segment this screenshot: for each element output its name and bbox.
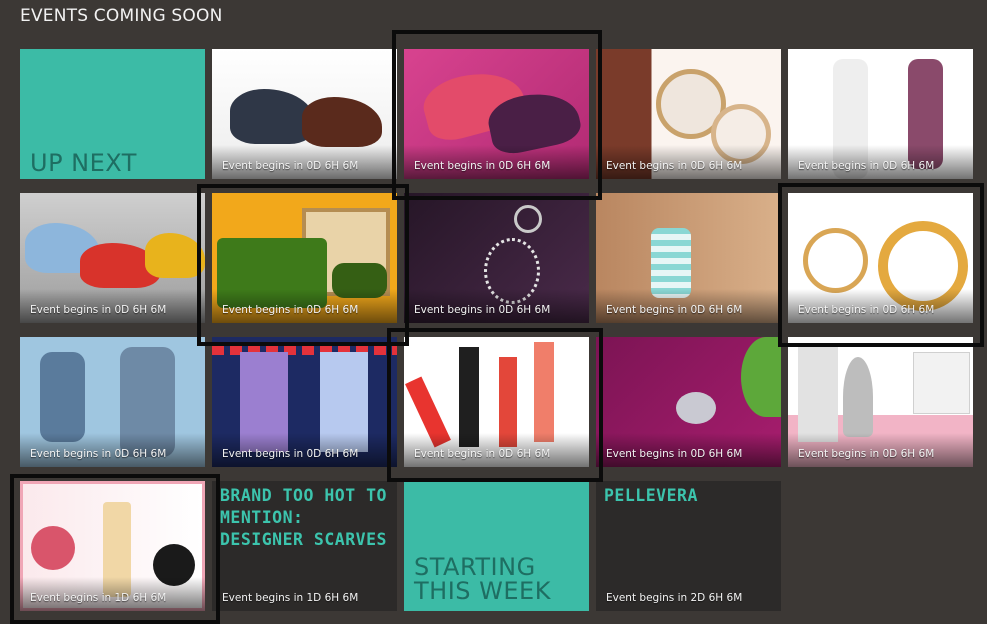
event-tile-pendant[interactable]: Event begins in 0D 6H 6M xyxy=(596,337,781,467)
countdown-text: Event begins in 0D 6H 6M xyxy=(30,304,167,316)
starting-this-week-tile[interactable]: STARTING THIS WEEK xyxy=(404,481,589,611)
event-tile-bags[interactable]: Event begins in 0D 6H 6M xyxy=(212,193,397,323)
event-tile-jewelry-set[interactable]: Event begins in 0D 6H 6M xyxy=(404,193,589,323)
event-tile-womens-apparel[interactable]: Event begins in 0D 6H 6M xyxy=(788,49,973,179)
event-tile-ties[interactable]: Event begins in 0D 6H 6M xyxy=(212,337,397,467)
countdown-text: Event begins in 0D 6H 6M xyxy=(606,304,743,316)
event-tile-cosmetics[interactable]: Event begins in 1D 6H 6M xyxy=(20,481,205,611)
event-tile-shoes[interactable]: Event begins in 0D 6H 6M xyxy=(212,49,397,179)
starting-this-week-label: STARTING THIS WEEK xyxy=(414,553,551,605)
event-title: PELLEVERA xyxy=(604,486,698,505)
event-tile-watches[interactable]: Event begins in 0D 6H 6M xyxy=(596,49,781,179)
countdown-text: Event begins in 0D 6H 6M xyxy=(798,160,935,172)
countdown-text: Event begins in 0D 6H 6M xyxy=(414,304,551,316)
countdown-text: Event begins in 0D 6H 6M xyxy=(414,448,551,460)
event-tile-rings[interactable]: Event begins in 0D 6H 6M xyxy=(788,193,973,323)
up-next-tile[interactable]: UP NEXT xyxy=(20,49,205,179)
event-tile-lancome[interactable]: Event begins in 0D 6H 6M xyxy=(788,337,973,467)
event-tile-brand-scarves[interactable]: BRAND TOO HOT TO MENTION: DESIGNER SCARV… xyxy=(212,481,397,611)
event-tile-dresses[interactable]: Event begins in 0D 6H 6M xyxy=(596,193,781,323)
countdown-text: Event begins in 0D 6H 6M xyxy=(222,304,359,316)
event-tile-heels[interactable]: Event begins in 0D 6H 6M xyxy=(404,49,589,179)
countdown-text: Event begins in 1D 6H 6M xyxy=(222,592,359,604)
countdown-text: Event begins in 0D 6H 6M xyxy=(606,160,743,172)
event-tile-menswear[interactable]: Event begins in 0D 6H 6M xyxy=(20,337,205,467)
countdown-text: Event begins in 2D 6H 6M xyxy=(606,592,743,604)
countdown-text: Event begins in 0D 6H 6M xyxy=(222,160,359,172)
event-title: BRAND TOO HOT TO MENTION: DESIGNER SCARV… xyxy=(220,486,387,549)
event-tile-sneakers[interactable]: Event begins in 0D 6H 6M xyxy=(20,193,205,323)
section-title: EVENTS COMING SOON xyxy=(20,6,223,26)
countdown-text: Event begins in 0D 6H 6M xyxy=(30,448,167,460)
countdown-text: Event begins in 0D 6H 6M xyxy=(798,304,935,316)
countdown-text: Event begins in 0D 6H 6M xyxy=(798,448,935,460)
countdown-text: Event begins in 0D 6H 6M xyxy=(414,160,551,172)
countdown-text: Event begins in 1D 6H 6M xyxy=(30,592,167,604)
countdown-text: Event begins in 0D 6H 6M xyxy=(606,448,743,460)
event-tile-lipsticks[interactable]: Event begins in 0D 6H 6M xyxy=(404,337,589,467)
event-tile-pellevera[interactable]: PELLEVERA Event begins in 2D 6H 6M xyxy=(596,481,781,611)
up-next-label: UP NEXT xyxy=(30,149,137,177)
countdown-text: Event begins in 0D 6H 6M xyxy=(222,448,359,460)
